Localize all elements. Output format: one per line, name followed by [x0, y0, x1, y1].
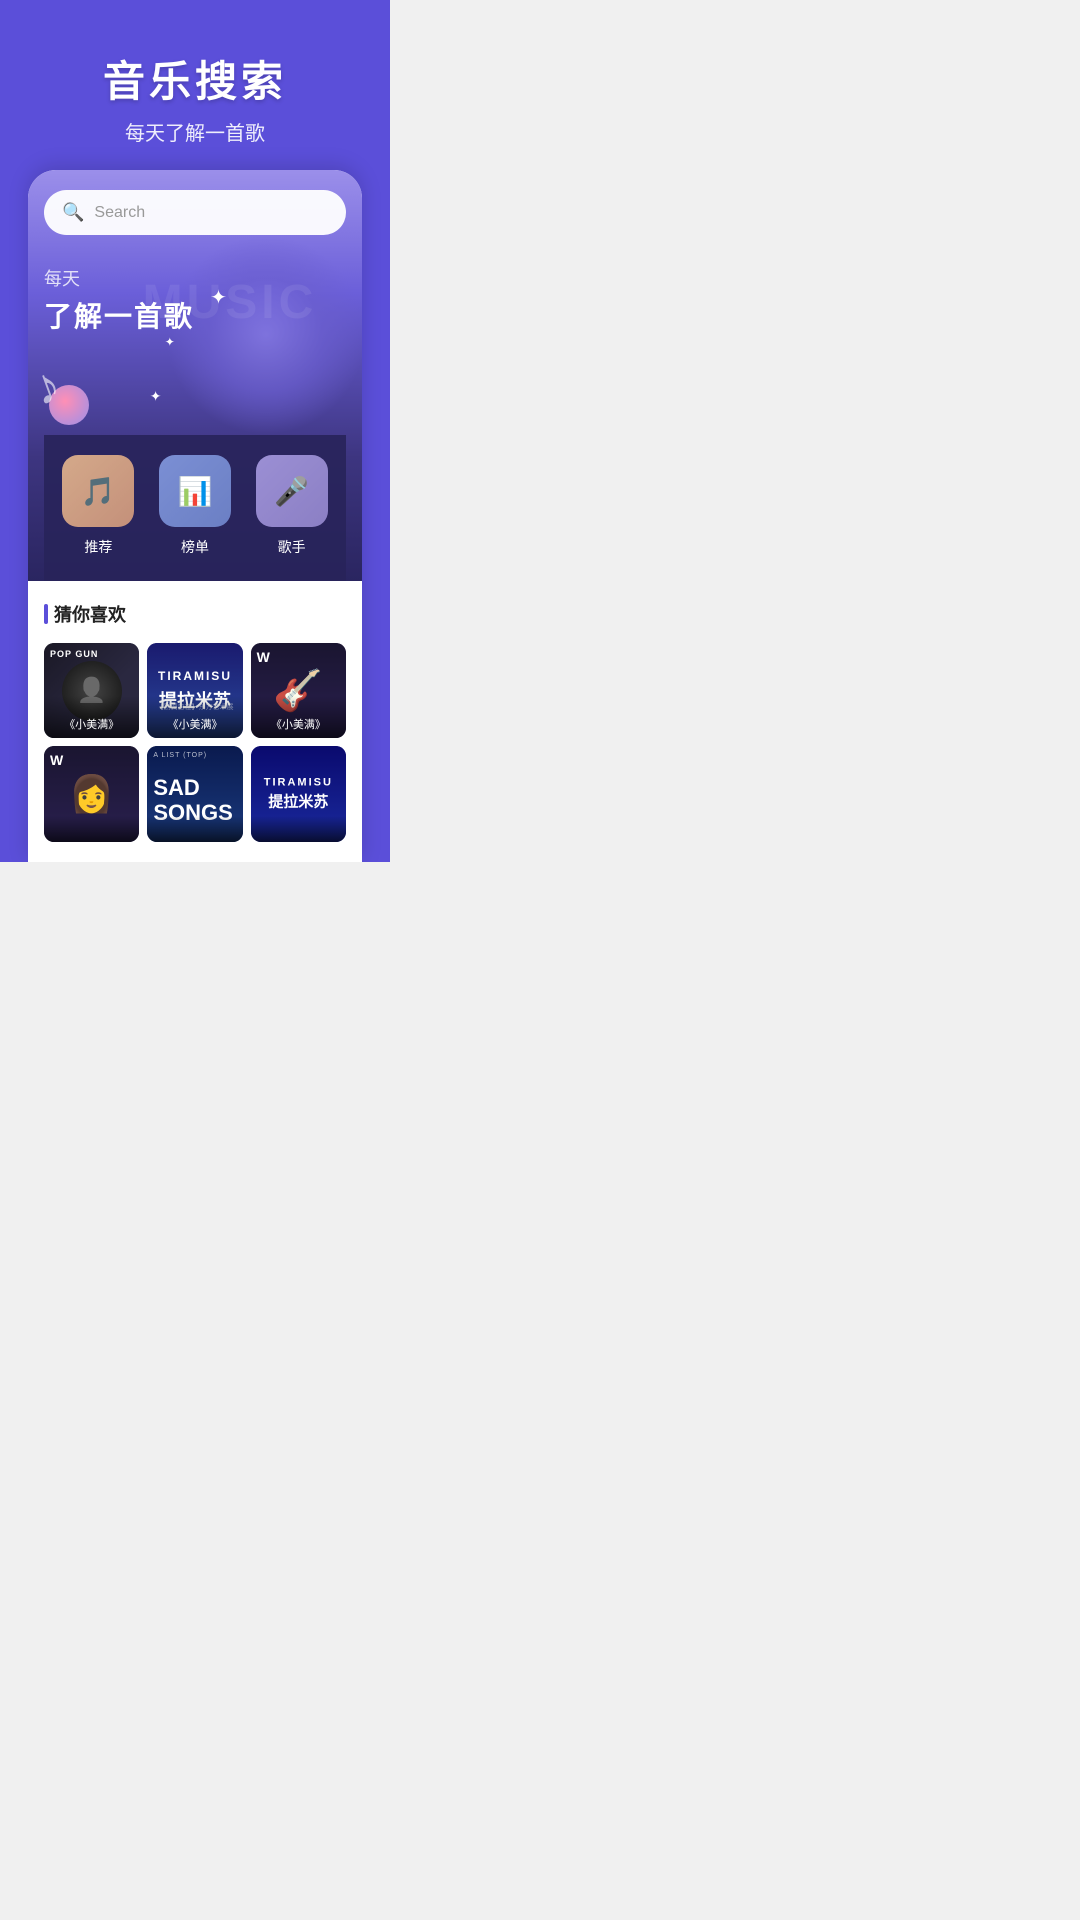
page-subtitle: 每天了解一首歌 [20, 117, 370, 146]
song-card-2[interactable]: TIRAMISU 提拉米苏 【割调自在】东方艺术展 《小美满》 [147, 643, 242, 738]
page-title: 音乐搜索 [20, 48, 370, 109]
chart-label: 榜单 [181, 537, 209, 557]
quick-access-grid: 🎵 推荐 📊 榜单 🎤 [54, 455, 336, 557]
card-5-overlay [147, 816, 242, 842]
page-root: 音乐搜索 每天了解一首歌 🔍 Search MUSIC ✦ ✦ ✦ [0, 0, 390, 862]
sparkle-icon-3: ✦ [150, 388, 162, 405]
search-placeholder-text: Search [94, 204, 145, 222]
card-1-title: 《小美满》 [50, 716, 133, 732]
quick-access-section: 🎵 推荐 📊 榜单 🎤 [44, 435, 346, 581]
recommendation-section: 猜你喜欢 👤 POP GUN 《小美满》 [28, 581, 362, 862]
recommend-icon: 🎵 [62, 455, 134, 527]
section-title-text: 猜你喜欢 [54, 601, 126, 627]
song-card-1[interactable]: 👤 POP GUN 《小美满》 [44, 643, 139, 738]
card-1-top-label: POP GUN [50, 649, 98, 659]
chart-icon: 📊 [159, 455, 231, 527]
card-4-overlay [44, 816, 139, 842]
card-3-title: 《小美满》 [257, 716, 340, 732]
header-section: 音乐搜索 每天了解一首歌 🔍 Search MUSIC ✦ ✦ ✦ [0, 0, 390, 862]
card-2-title: 《小美满》 [153, 716, 236, 732]
card-1-overlay: 《小美满》 [44, 696, 139, 738]
search-bar[interactable]: 🔍 Search [44, 190, 346, 235]
sparkle-icon-1: ✦ [210, 285, 227, 310]
artist-label: 歌手 [278, 537, 306, 557]
banner-line1: 每天 [44, 265, 346, 291]
banner-line2: 了解一首歌 [44, 295, 346, 335]
quick-item-recommend[interactable]: 🎵 推荐 [54, 455, 143, 557]
app-ui-area: 🔍 Search MUSIC ✦ ✦ ✦ ♪ 每天 了解一首歌 [28, 170, 362, 581]
song-card-5[interactable]: A LIST (TOP) SADSONGS [147, 746, 242, 841]
card-3-overlay: 《小美满》 [251, 696, 346, 738]
artist-icon: 🎤 [256, 455, 328, 527]
chart-icon-glyph: 📊 [178, 475, 213, 508]
song-card-6[interactable]: TIRAMISU 提拉米苏 [251, 746, 346, 841]
card-6-overlay [251, 816, 346, 842]
artist-icon-glyph: 🎤 [274, 475, 309, 508]
recommend-icon-glyph: 🎵 [81, 475, 116, 508]
song-card-3[interactable]: W 🎸 《小美满》 [251, 643, 346, 738]
song-grid: 👤 POP GUN 《小美满》 TIRAMISU 提拉米苏 [44, 643, 346, 842]
search-icon: 🔍 [62, 202, 84, 223]
quick-item-chart[interactable]: 📊 榜单 [151, 455, 240, 557]
sparkle-icon-2: ✦ [165, 335, 175, 349]
song-card-4[interactable]: W 👩 [44, 746, 139, 841]
phone-mockup-card: 🔍 Search MUSIC ✦ ✦ ✦ ♪ 每天 了解一首歌 [28, 170, 362, 862]
card-2-overlay: 《小美满》 [147, 696, 242, 738]
recommend-label: 推荐 [84, 537, 112, 557]
section-title: 猜你喜欢 [44, 601, 346, 627]
banner-area: MUSIC ✦ ✦ ✦ ♪ 每天 了解一首歌 [44, 255, 346, 435]
quick-item-artist[interactable]: 🎤 歌手 [247, 455, 336, 557]
